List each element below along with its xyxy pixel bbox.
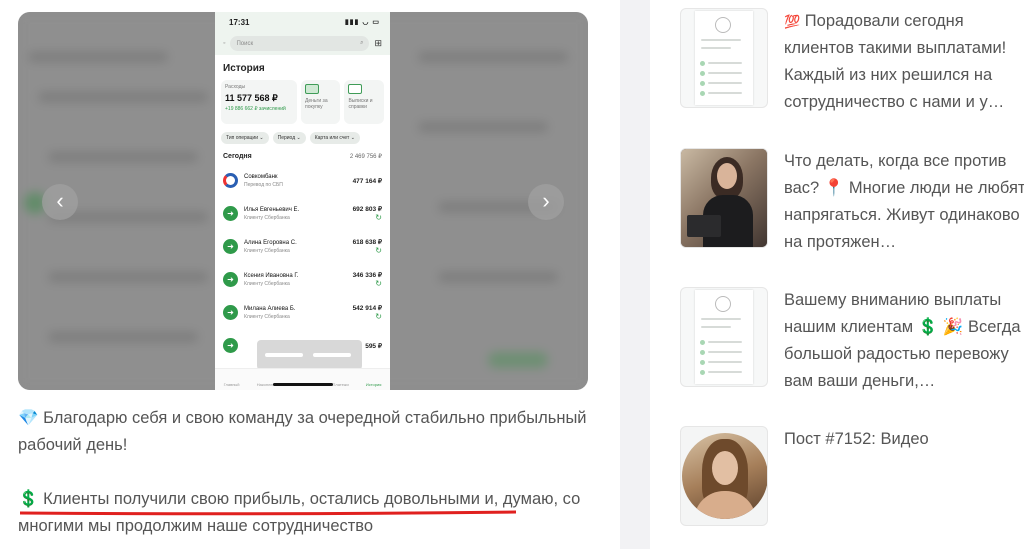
phone-tab: Главный — [223, 382, 240, 387]
related-post-title[interactable]: Что делать, когда все против вас? 📍 Мног… — [784, 148, 1024, 256]
transaction-row: ➜ Илья Евгеньевич Е. Клиенту Сбербанка 69… — [215, 197, 390, 230]
transaction-sub: Перевод по СБП — [244, 181, 283, 188]
transfer-arrow-icon: ➜ — [223, 338, 238, 353]
image-carousel[interactable]: 17:31 ▮▮▮ ◡ ▭ ◦ Поиск ⌕ ⊞ История Расход… — [18, 12, 588, 390]
phone-tab-bar: Главный Накопления Ассистент Платежи Ист… — [215, 368, 390, 390]
filter-chip: Период ⌄ — [272, 132, 306, 144]
related-post-text: Пост #7152: Видео — [784, 430, 929, 448]
transfer-arrow-icon: ➜ — [223, 272, 238, 287]
transaction-sub: Клиенту Сбербанка — [244, 280, 290, 287]
related-post-thumbnail[interactable] — [680, 8, 768, 108]
transaction-row: ➜ Ксения Ивановна Г. Клиенту Сбербанка 34… — [215, 263, 390, 296]
history-title: История — [223, 63, 265, 74]
transaction-row: Совкомбанк Перевод по СБП 477 164 ₽ — [215, 164, 390, 197]
related-post-thumbnail[interactable] — [680, 287, 768, 387]
chevron-left-icon: ‹ — [56, 188, 64, 213]
transaction-amount: 618 638 ₽ — [352, 239, 382, 246]
transaction-row: ➜ Милана Алиева Б. Клиенту Сбербанка 542 … — [215, 296, 390, 329]
repeat-icon: ↻ — [375, 213, 382, 222]
transaction-name: Алина Егоровна С. — [244, 239, 297, 246]
post-paragraph-1-text: Благодарю себя и свою команду за очередн… — [18, 409, 587, 454]
transaction-amount: 346 336 ₽ — [352, 272, 382, 279]
transaction-row: ➜ Алина Егоровна С. Клиенту Сбербанка 618… — [215, 230, 390, 263]
transaction-amount: 595 ₽ — [365, 342, 382, 350]
transaction-sub: Клиенту Сбербанка — [244, 247, 290, 254]
repeat-icon: ↻ — [375, 312, 382, 321]
related-post-title[interactable]: Пост #7152: Видео — [784, 426, 1024, 526]
search-field: Поиск ⌕ — [230, 36, 370, 51]
gem-emoji-icon: 💎 — [18, 409, 39, 427]
bank-logo-icon — [223, 173, 238, 188]
red-underline-annotation — [20, 510, 516, 516]
repeat-icon: ↻ — [375, 279, 382, 288]
expenses-label: Расходы — [225, 84, 246, 90]
search-placeholder: Поиск — [236, 40, 254, 47]
expenses-amount: 11 577 568 ₽ — [225, 93, 278, 103]
transfer-arrow-icon: ➜ — [223, 239, 238, 254]
related-post-item[interactable]: 💯 Порадовали сегодня клиентов такими вып… — [680, 8, 1024, 116]
party-popper-emoji-icon: 🎉 — [942, 318, 964, 336]
hundred-emoji-icon: 💯 — [784, 14, 801, 29]
phone-tab: Платежи — [332, 382, 349, 387]
qr-icon: ⊞ — [374, 38, 382, 48]
cashback-label: Деньги за покупку — [304, 98, 328, 110]
related-post-title[interactable]: 💯 Порадовали сегодня клиентов такими вып… — [784, 8, 1024, 116]
transaction-amount: 477 164 ₽ — [352, 177, 382, 185]
transaction-amount: 542 914 ₽ — [352, 305, 382, 312]
related-post-text: Что делать, когда все против вас? 📍 Мног… — [784, 152, 1024, 251]
related-post-thumbnail[interactable] — [680, 148, 768, 248]
document-icon — [348, 84, 363, 94]
transfer-arrow-icon: ➜ — [223, 206, 238, 221]
cashback-card: Деньги за покупку — [300, 80, 341, 124]
status-bar: 17:31 ▮▮▮ ◡ ▭ — [215, 12, 390, 32]
carousel-next-button[interactable]: › — [528, 184, 564, 220]
transfer-arrow-icon: ➜ — [223, 305, 238, 320]
section-total: 2 469 756 ₽ — [349, 154, 382, 160]
related-post-thumbnail[interactable] — [680, 426, 768, 526]
post-paragraph: 💎 Благодарю себя и свою команду за очере… — [18, 405, 593, 459]
expenses-card: Расходы 11 577 568 ₽ +19 886 662 ₽ зачис… — [221, 80, 297, 124]
transaction-name: Совкомбанк — [244, 173, 278, 180]
carousel-pager-overlay — [257, 340, 362, 370]
filter-chip: Карта или счет ⌄ — [309, 132, 360, 144]
filter-chip: Тип операции ⌄ — [221, 132, 269, 144]
signal-battery-icon: ▮▮▮ ◡ ▭ — [344, 19, 380, 26]
dollar-emoji-icon: 💲 — [917, 318, 939, 336]
statements-label: Выписки и справки — [348, 98, 373, 110]
related-post-title[interactable]: Вашему вниманию выплаты нашим клиентам 💲… — [784, 287, 1024, 395]
profile-icon: ◦ — [223, 40, 226, 47]
transaction-name: Илья Евгеньевич Е. — [244, 206, 300, 213]
post-column: 17:31 ▮▮▮ ◡ ▭ ◦ Поиск ⌕ ⊞ История Расход… — [0, 0, 620, 549]
repeat-icon: ↻ — [375, 246, 382, 255]
post-body: 💎 Благодарю себя и свою команду за очере… — [18, 405, 593, 549]
income-note: +19 886 662 ₽ зачислений — [225, 106, 286, 112]
column-divider — [620, 0, 650, 549]
search-icon: ⌕ — [360, 40, 364, 46]
cashback-icon — [304, 84, 319, 94]
status-time: 17:31 — [229, 17, 250, 27]
section-header: Сегодня 2 469 756 ₽ — [215, 150, 390, 164]
statements-card: Выписки и справки — [344, 80, 384, 124]
related-post-item[interactable]: Что делать, когда все против вас? 📍 Мног… — [680, 148, 1024, 256]
transaction-sub: Клиенту Сбербанка — [244, 313, 290, 320]
transaction-name: Милана Алиева Б. — [244, 305, 296, 312]
chevron-right-icon: › — [542, 188, 550, 213]
related-post-item[interactable]: Пост #7152: Видео — [680, 426, 1024, 526]
transaction-sub: Клиенту Сбербанка — [244, 214, 290, 221]
related-post-item[interactable]: Вашему вниманию выплаты нашим клиентам 💲… — [680, 287, 1024, 395]
phone-screenshot: 17:31 ▮▮▮ ◡ ▭ ◦ Поиск ⌕ ⊞ История Расход… — [215, 12, 390, 390]
related-post-text: Порадовали сегодня клиентов такими выпла… — [784, 12, 1007, 111]
transaction-amount: 692 803 ₽ — [352, 206, 382, 213]
carousel-prev-button[interactable]: ‹ — [42, 184, 78, 220]
section-label: Сегодня — [223, 153, 252, 160]
phone-tab-active: История — [365, 382, 382, 387]
dollar-emoji-icon: 💲 — [18, 490, 39, 508]
home-indicator — [273, 383, 333, 386]
transaction-name: Ксения Ивановна Г. — [244, 272, 299, 279]
related-posts-sidebar: 💯 Порадовали сегодня клиентов такими вып… — [650, 0, 1024, 549]
